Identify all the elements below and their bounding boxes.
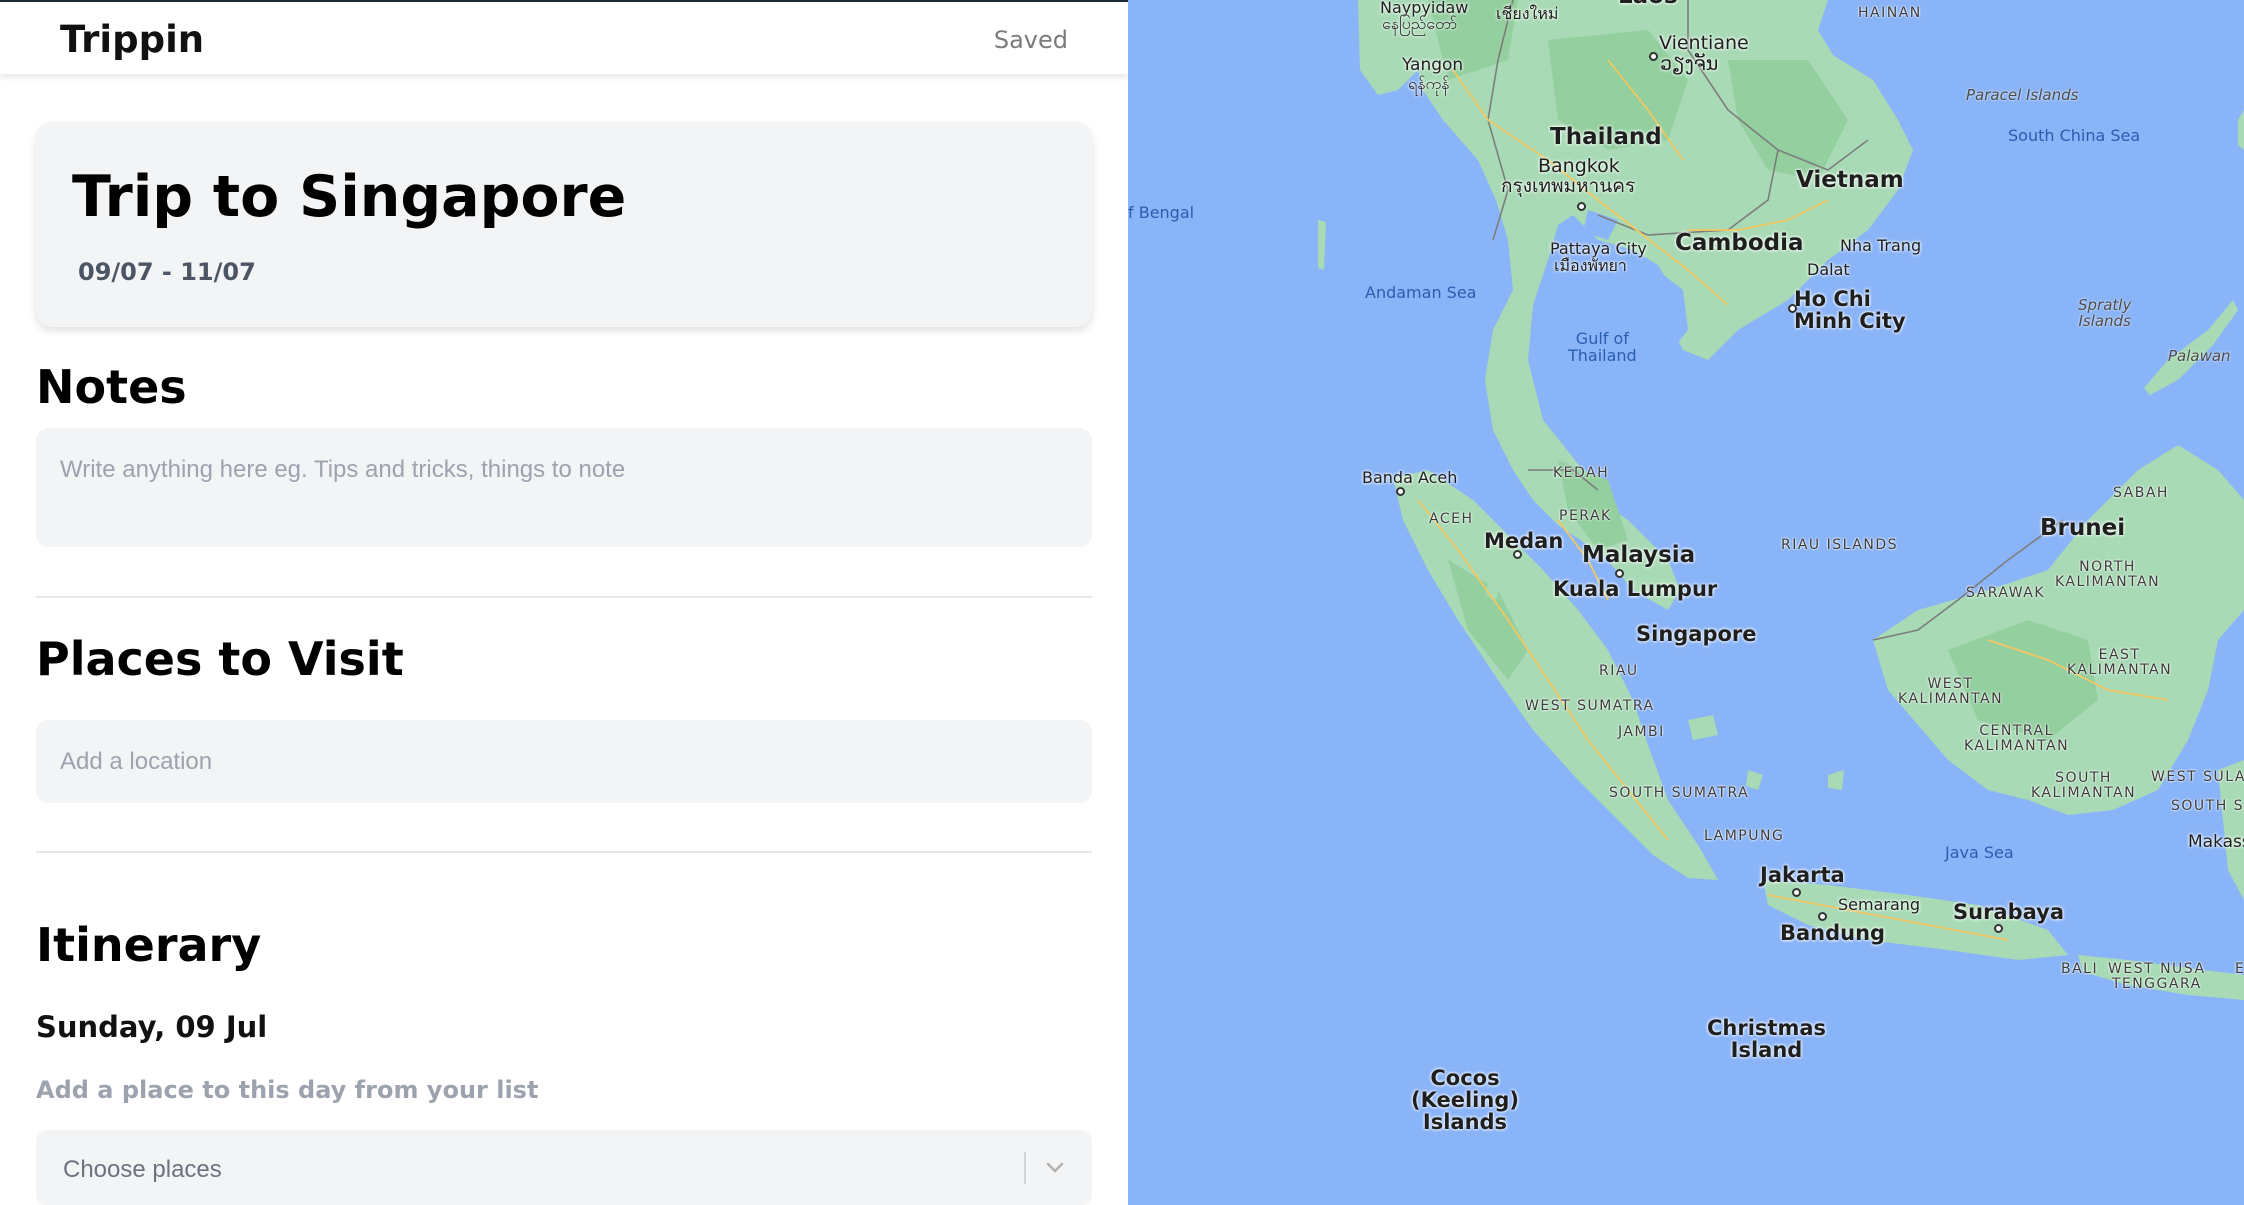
- section-divider: [36, 851, 1092, 853]
- map-region-label: JAMBI: [1618, 724, 1665, 740]
- map-region-label: BALI: [2061, 961, 2099, 977]
- map-city-label[interactable]: Nha Trang: [1840, 237, 1921, 255]
- map-country-label[interactable]: Malaysia: [1582, 543, 1695, 567]
- map-region-label: ACEH: [1429, 511, 1474, 527]
- city-marker-icon[interactable]: [1649, 52, 1658, 61]
- map-water-label: f Bengal: [1128, 203, 1195, 222]
- places-heading: Places to Visit: [36, 632, 404, 686]
- map-city-label: กรุงเทพมหานคร: [1501, 175, 1636, 197]
- city-marker-icon[interactable]: [1513, 550, 1522, 559]
- day-title[interactable]: Sunday, 09 Jul: [36, 1010, 267, 1044]
- map-island-label[interactable]: Christmas Island: [1707, 1017, 1826, 1061]
- map-city-label[interactable]: Jakarta: [1760, 864, 1845, 886]
- city-marker-icon[interactable]: [1994, 924, 2003, 933]
- section-divider: [36, 596, 1092, 598]
- map-city-label: ວຽງຈັນ: [1660, 53, 1719, 75]
- map-city-label[interactable]: Medan: [1484, 530, 1563, 552]
- small-island: [2238, 110, 2244, 150]
- map-region-label: KEDAH: [1553, 465, 1610, 481]
- map-region-label: RIAU ISLANDS: [1781, 537, 1898, 553]
- map-region-label: LAMPUNG: [1704, 828, 1785, 844]
- small-island: [1318, 220, 1326, 270]
- map-city-label: ရန်ကုန်: [1408, 74, 1450, 93]
- map-country-label[interactable]: Vietnam: [1796, 168, 1904, 192]
- city-marker-icon[interactable]: [1792, 888, 1801, 897]
- day-hint: Add a place to this day from your list: [36, 1076, 539, 1104]
- small-island: [1828, 770, 1844, 790]
- map-region-label: RIAU: [1599, 663, 1639, 679]
- map-water-label: South China Sea: [2008, 126, 2141, 145]
- map-water-label: Gulf of Thailand: [1568, 329, 1637, 365]
- map-island-label: Spratly Islands: [2078, 296, 2132, 330]
- map-city-label[interactable]: Singapore: [1636, 623, 1757, 645]
- chevron-down-icon[interactable]: [1044, 1156, 1066, 1178]
- app-logo[interactable]: Trippin: [60, 18, 204, 61]
- map-country-label[interactable]: Cambodia: [1675, 231, 1804, 255]
- map-country-label[interactable]: Thailand: [1550, 125, 1662, 149]
- select-separator: [1024, 1152, 1026, 1184]
- city-marker-icon[interactable]: [1818, 912, 1827, 921]
- map-region-label: WEST NUSA TENGGARA: [2108, 961, 2206, 992]
- select-placeholder: Choose places: [63, 1156, 222, 1183]
- map-region-label: SARAWAK: [1966, 585, 2046, 601]
- map-country-label[interactable]: Brunei: [2040, 516, 2125, 540]
- map-region-label: WEST KALIMANTAN: [1898, 676, 2004, 707]
- trip-dates[interactable]: 09/07 - 11/07: [78, 258, 256, 286]
- notes-heading: Notes: [36, 360, 187, 414]
- map-region-label: NORTH KALIMANTAN: [2055, 559, 2161, 590]
- map-city-label[interactable]: Vientiane: [1659, 33, 1749, 54]
- map-region-label: EAST KALIMANTAN: [2067, 647, 2173, 678]
- map-city-label[interactable]: Ho Chi Minh City: [1794, 288, 1906, 332]
- city-marker-icon[interactable]: [1577, 202, 1586, 211]
- trip-title[interactable]: Trip to Singapore: [72, 164, 626, 230]
- map-city-label[interactable]: Bangkok: [1538, 156, 1620, 177]
- map-city-label[interactable]: Makass: [2188, 833, 2244, 852]
- map-region-label: SOUTH KALIMANTAN: [2031, 770, 2137, 801]
- map-water-label: Andaman Sea: [1365, 283, 1477, 302]
- map-city-label[interactable]: Banda Aceh: [1362, 469, 1457, 487]
- borneo-island: [1873, 445, 2244, 815]
- map-city-label[interactable]: Bandung: [1780, 922, 1885, 944]
- map-city-label[interactable]: Surabaya: [1953, 901, 2064, 923]
- map-island-label: Palawan: [2168, 347, 2231, 365]
- top-bar: Trippin Saved: [0, 0, 1128, 74]
- small-island: [1688, 715, 1718, 740]
- map-city-label[interactable]: Yangon: [1402, 56, 1463, 75]
- map-view[interactable]: Naypyidaw နေပြည်တော် เชียงใหม่ Laos Vien…: [1128, 0, 2244, 1205]
- map-canvas[interactable]: [1128, 0, 2244, 1205]
- map-region-label: PERAK: [1559, 508, 1612, 524]
- add-location-input[interactable]: [36, 720, 1092, 803]
- location-input-container: [36, 720, 1092, 803]
- trip-editor-panel: Trippin Saved Trip to Singapore 09/07 - …: [0, 0, 1128, 1205]
- city-marker-icon[interactable]: [1396, 487, 1405, 496]
- map-city-label[interactable]: Semarang: [1838, 896, 1920, 914]
- map-region-label: SABAH: [2113, 485, 2169, 501]
- map-island-label: Paracel Islands: [1966, 86, 2079, 104]
- map-region-label: SOUTH SUMATRA: [1609, 785, 1750, 801]
- map-region-label: E: [2235, 961, 2244, 977]
- map-city-label: နေပြည်တော်: [1382, 14, 1458, 33]
- map-water-label: Java Sea: [1945, 843, 2014, 862]
- save-status: Saved: [993, 26, 1068, 54]
- map-region-label: WEST SUMATRA: [1525, 698, 1655, 714]
- itinerary-heading: Itinerary: [36, 918, 262, 972]
- notes-textarea[interactable]: [36, 428, 1092, 547]
- choose-places-select[interactable]: Choose places: [36, 1130, 1092, 1205]
- map-city-label: เชียงใหม่: [1496, 4, 1559, 23]
- map-region-label: WEST SULA: [2151, 769, 2244, 785]
- map-region-label: SOUTH S: [2171, 798, 2244, 814]
- city-marker-icon[interactable]: [1788, 304, 1797, 313]
- map-city-label[interactable]: Dalat: [1807, 261, 1850, 279]
- map-city-label[interactable]: Kuala Lumpur: [1553, 578, 1717, 600]
- notes-field-container: [36, 428, 1092, 547]
- map-city-label: เมืองพัทยา: [1554, 256, 1627, 275]
- map-island-label[interactable]: Cocos (Keeling) Islands: [1411, 1067, 1519, 1133]
- map-country-label[interactable]: Laos: [1618, 0, 1678, 8]
- trip-header-card: Trip to Singapore 09/07 - 11/07: [36, 122, 1092, 327]
- map-region-label: CENTRAL KALIMANTAN: [1964, 723, 2070, 754]
- map-region-label: HAINAN: [1858, 5, 1922, 21]
